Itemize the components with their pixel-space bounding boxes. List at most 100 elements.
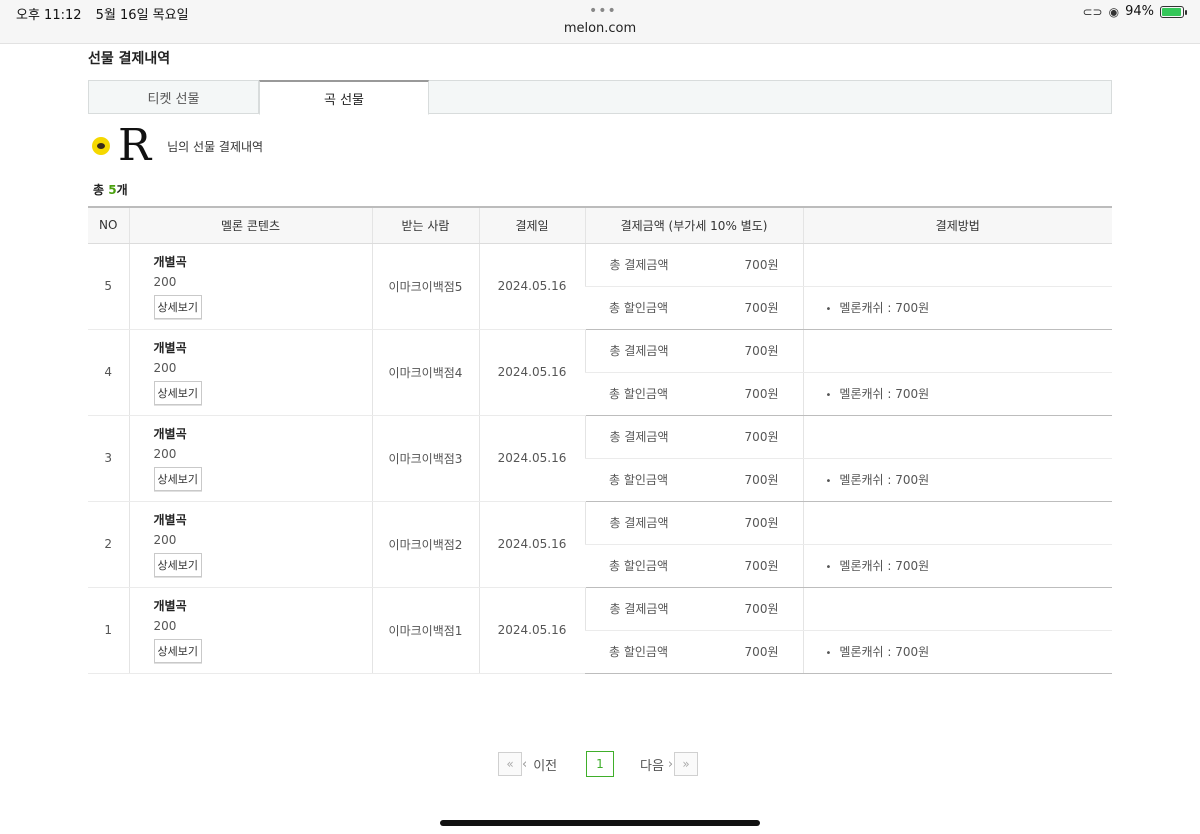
header-method: 결제방법: [802, 206, 1112, 244]
home-indicator[interactable]: [440, 820, 760, 826]
payment-method-text: 멜론캐쉬 : 700원: [839, 473, 930, 487]
total-amount-cell: 총 결제금액 700원: [584, 329, 803, 373]
method-empty: [802, 329, 1112, 373]
method-empty: [802, 587, 1112, 631]
battery-percent: 94%: [1125, 4, 1154, 19]
tab-song-gift[interactable]: 곡 선물: [259, 80, 429, 115]
total-amount-label: 총 결제금액: [609, 344, 669, 358]
total-amount-value: 700원: [744, 430, 779, 444]
user-history-label: 님의 선물 결제내역: [167, 139, 264, 154]
user-info: R 님의 선물 결제내역: [92, 122, 263, 170]
discount-amount-label: 총 할인금액: [609, 473, 669, 487]
header-no: NO: [88, 206, 129, 244]
prev-label: 이전: [533, 758, 558, 774]
discount-amount-label: 총 할인금액: [609, 387, 669, 401]
content-sub: 200: [153, 275, 177, 289]
discount-amount-label: 총 할인금액: [609, 645, 669, 659]
discount-amount-value: 700원: [744, 387, 779, 401]
detail-button[interactable]: 상세보기: [153, 553, 202, 577]
discount-amount-value: 700원: [744, 559, 779, 573]
table-row: 5 개별곡 200 상세보기 이마크이백점5 2024.05.16 총 결제금액 700원: [88, 243, 1112, 330]
discount-amount-cell: 총 할인금액 700원: [585, 286, 803, 330]
detail-button[interactable]: 상세보기: [153, 381, 202, 405]
detail-button[interactable]: 상세보기: [153, 295, 202, 319]
bullet-icon: •: [825, 304, 832, 315]
total-amount-label: 총 결제금액: [609, 258, 669, 272]
payment-method-text: 멜론캐쉬 : 700원: [839, 301, 930, 315]
bullet-icon: •: [825, 562, 832, 573]
link-icon: ⊂⊃: [1082, 4, 1103, 19]
payment-method-text: 멜론캐쉬 : 700원: [839, 645, 930, 659]
total-amount-value: 700원: [744, 602, 779, 616]
next-page-link[interactable]: 다음 ›: [640, 755, 674, 774]
discount-amount-cell: 총 할인금액 700원: [585, 458, 803, 502]
header-recipient: 받는 사람: [371, 206, 479, 244]
page-current[interactable]: 1: [586, 751, 614, 777]
detail-button[interactable]: 상세보기: [153, 639, 202, 663]
content-title: 개별곡: [153, 255, 187, 269]
total-prefix: 총: [93, 183, 109, 197]
payment-method: • 멜론캐쉬 : 700원: [802, 630, 1112, 674]
row-recipient: 이마크이백점4: [371, 329, 479, 416]
next-label: 다음: [640, 758, 664, 774]
page-title: 선물 결제내역: [88, 51, 171, 67]
payment-method: • 멜론캐쉬 : 700원: [802, 458, 1112, 502]
table-row: 3 개별곡 200 상세보기 이마크이백점3 2024.05.16 총 결제금액 700원: [88, 415, 1112, 502]
total-amount-cell: 총 결제금액 700원: [584, 243, 803, 287]
payment-method: • 멜론캐쉬 : 700원: [802, 544, 1112, 588]
total-amount-value: 700원: [744, 344, 779, 358]
table-header-row: NO 멜론 콘텐츠 받는 사람 결제일 결제금액 (부가세 10% 별도) 결제…: [88, 206, 1112, 244]
discount-amount-label: 총 할인금액: [609, 301, 669, 315]
row-content: 개별곡 200 상세보기: [128, 587, 372, 674]
double-left-icon[interactable]: «: [498, 752, 522, 776]
discount-amount-cell: 총 할인금액 700원: [585, 372, 803, 416]
row-no: 2: [88, 501, 129, 588]
bullet-icon: •: [825, 648, 832, 659]
header-amount: 결제금액 (부가세 10% 별도): [584, 206, 803, 244]
header-content: 멜론 콘텐츠: [128, 206, 372, 244]
table-row: 1 개별곡 200 상세보기 이마크이백점1 2024.05.16 총 결제금액 700원: [88, 587, 1112, 674]
row-recipient: 이마크이백점3: [371, 415, 479, 502]
row-recipient: 이마크이백점1: [371, 587, 479, 674]
more-dots-icon[interactable]: •••: [589, 3, 617, 19]
payment-method: • 멜론캐쉬 : 700원: [802, 286, 1112, 330]
status-bar: 오후 11:12 5월 16일 목요일 ••• melon.com ⊂⊃ ◉ 9…: [0, 0, 1200, 44]
bullet-icon: •: [825, 390, 832, 401]
double-right-icon[interactable]: »: [674, 752, 698, 776]
chevron-right-icon: ›: [667, 756, 674, 772]
discount-amount-cell: 총 할인금액 700원: [585, 544, 803, 588]
total-amount-label: 총 결제금액: [609, 516, 669, 530]
total-count: 총 5개: [93, 181, 128, 198]
total-amount-cell: 총 결제금액 700원: [584, 587, 803, 631]
content-sub: 200: [153, 361, 177, 375]
location-icon: ◉: [1108, 4, 1120, 19]
row-no: 3: [88, 415, 129, 502]
row-date: 2024.05.16: [478, 243, 585, 330]
tab-bar: 티켓 선물 곡 선물: [88, 80, 1112, 115]
prev-page-link[interactable]: ‹ 이전: [522, 755, 586, 774]
total-amount-cell: 총 결제금액 700원: [584, 501, 803, 545]
pagination: « ‹ 이전 1 다음 › »: [498, 751, 698, 777]
payment-method-text: 멜론캐쉬 : 700원: [839, 387, 930, 401]
address-url[interactable]: melon.com: [0, 21, 1200, 36]
method-empty: [802, 243, 1112, 287]
row-date: 2024.05.16: [478, 415, 585, 502]
table-row: 2 개별곡 200 상세보기 이마크이백점2 2024.05.16 총 결제금액 700원: [88, 501, 1112, 588]
tab-ticket-gift[interactable]: 티켓 선물: [89, 80, 259, 114]
content-sub: 200: [153, 533, 177, 547]
payment-method-text: 멜론캐쉬 : 700원: [839, 559, 930, 573]
status-indicators: ⊂⊃ ◉ 94%: [1082, 4, 1187, 19]
detail-button[interactable]: 상세보기: [153, 467, 202, 491]
row-no: 4: [88, 329, 129, 416]
total-suffix: 개: [116, 183, 128, 197]
row-content: 개별곡 200 상세보기: [128, 243, 372, 330]
total-count-number: 5: [108, 183, 117, 197]
row-no: 5: [88, 243, 129, 330]
discount-amount-label: 총 할인금액: [609, 559, 669, 573]
total-amount-value: 700원: [744, 516, 779, 530]
content-sub: 200: [153, 619, 177, 633]
row-date: 2024.05.16: [478, 587, 585, 674]
content-sub: 200: [153, 447, 177, 461]
content-title: 개별곡: [153, 341, 187, 355]
battery-icon: [1160, 5, 1187, 18]
